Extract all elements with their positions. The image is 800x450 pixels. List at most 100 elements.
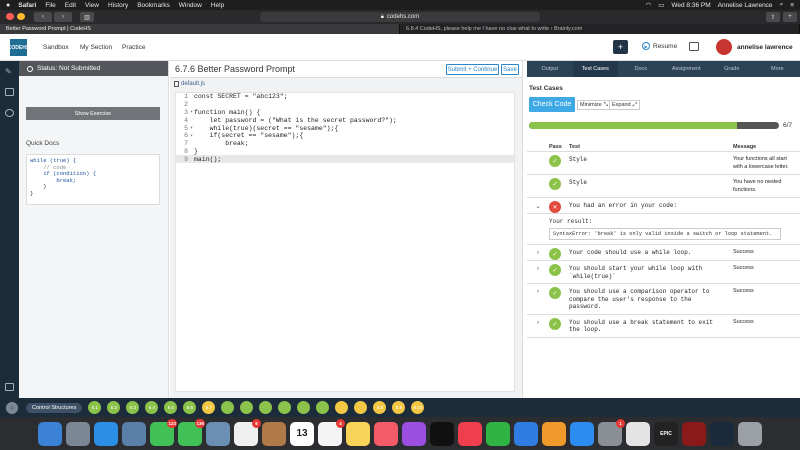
numbers-icon[interactable] xyxy=(486,421,510,446)
address-bar[interactable]: 🔒︎ codehs.com xyxy=(260,12,540,22)
tab-test-cases[interactable]: Test Cases xyxy=(572,61,618,77)
share-icon[interactable]: ⇧ xyxy=(766,12,780,22)
menu-help[interactable]: Help xyxy=(211,2,224,9)
clock[interactable]: Wed 8:36 PM xyxy=(671,2,710,9)
code-line[interactable]: 3 ▾ function main() { xyxy=(176,109,514,117)
resume-button[interactable]: ▶ Resume xyxy=(642,42,677,50)
podcasts-icon[interactable] xyxy=(402,421,426,446)
save-button[interactable]: Save xyxy=(501,64,519,75)
check-code-button[interactable]: Check Code xyxy=(529,97,575,112)
lesson-bubble[interactable]: 6.4 xyxy=(145,401,159,414)
file-tab[interactable]: default.js xyxy=(174,81,205,87)
new-tab-icon[interactable]: + xyxy=(783,12,797,22)
search-icon[interactable]: ⌕ xyxy=(780,1,784,9)
username-menu[interactable]: annelise lawrence xyxy=(737,44,793,51)
create-plus-button[interactable]: + xyxy=(613,40,628,54)
lesson-bubble[interactable]: 6.1 xyxy=(88,401,102,414)
flash-icon[interactable] xyxy=(682,421,706,446)
avatar[interactable] xyxy=(716,39,732,55)
photo-app-icon[interactable] xyxy=(122,421,146,446)
roblox-icon[interactable] xyxy=(626,421,650,446)
lesson-bubble[interactable] xyxy=(221,401,235,414)
tab-assignment[interactable]: Assignment xyxy=(664,61,710,77)
lesson-bubble[interactable] xyxy=(335,401,349,414)
tab-grade[interactable]: Grade xyxy=(709,61,755,77)
code-line[interactable]: 8} xyxy=(176,148,514,156)
lesson-bubble[interactable]: 6.10 xyxy=(411,401,425,414)
browser-tab-codehs[interactable]: Better Password Prompt | CodeHS xyxy=(0,24,400,34)
code-line[interactable]: 1 const SECRET = "abc123"; xyxy=(176,93,514,101)
nav-practice[interactable]: Practice xyxy=(122,44,145,51)
menu-history[interactable]: History xyxy=(108,2,128,9)
grid-icon[interactable] xyxy=(5,383,14,391)
back-button[interactable]: ‹ xyxy=(34,12,52,22)
test-case-row[interactable]: › ✓ You should use a comparison operator t… xyxy=(527,284,800,315)
control-center-icon[interactable]: ≡ xyxy=(790,2,794,9)
folder-icon[interactable] xyxy=(5,88,14,96)
news-icon[interactable] xyxy=(458,421,482,446)
contacts-icon[interactable] xyxy=(262,421,286,446)
expand-chevron-icon[interactable]: ⌄ xyxy=(527,198,549,210)
code-line[interactable]: 7 break; xyxy=(176,140,514,148)
code-line[interactable]: 9 main(); xyxy=(176,155,514,164)
expand-button[interactable]: Expand ⤢ xyxy=(609,100,641,110)
nav-my-section[interactable]: My Section xyxy=(80,44,112,51)
menu-safari[interactable]: Safari xyxy=(18,2,36,9)
trash-icon[interactable] xyxy=(738,421,762,446)
submit-continue-button[interactable]: Submit + Continue xyxy=(446,64,499,75)
calendar-icon[interactable] xyxy=(689,42,699,51)
pages-icon[interactable] xyxy=(542,421,566,446)
home-icon[interactable]: ⌂ xyxy=(6,401,18,414)
wifi-icon[interactable]: ◠ xyxy=(646,1,652,9)
expand-chevron-icon[interactable] xyxy=(527,152,549,157)
test-case-row[interactable]: › ✓ You should start your while loop with … xyxy=(527,261,800,284)
tab-docs[interactable]: Docs xyxy=(618,61,664,77)
code-line[interactable]: 5 ▾ while(true)(secret == "sesame");{ xyxy=(176,124,514,132)
close-window-button[interactable] xyxy=(6,13,14,20)
expand-chevron-icon[interactable] xyxy=(527,175,549,180)
lesson-bubble[interactable]: 6.3 xyxy=(126,401,140,414)
browser-tab-brainly[interactable]: 6.8.4 CodeHS, please help me I have no c… xyxy=(400,24,800,34)
lesson-bubble[interactable] xyxy=(259,401,273,414)
unit-title[interactable]: Control Structures xyxy=(26,402,83,413)
lesson-bubble[interactable]: 6.2 xyxy=(107,401,121,414)
messages-icon[interactable]: 123 xyxy=(150,418,177,446)
reminders-icon[interactable]: 4 xyxy=(318,418,345,446)
battery-icon[interactable]: ▭ xyxy=(658,1,664,9)
test-case-row[interactable]: ⌄ ✕ You had an error in your code: xyxy=(527,198,800,214)
lesson-bubble[interactable] xyxy=(240,401,254,414)
calendar-icon[interactable]: 13 xyxy=(290,421,314,446)
expand-chevron-icon[interactable]: › xyxy=(527,245,549,256)
menu-window[interactable]: Window xyxy=(179,2,202,9)
settings-gear-icon[interactable] xyxy=(5,109,14,117)
menu-file[interactable]: File xyxy=(45,2,55,9)
launchpad-icon[interactable] xyxy=(66,421,90,446)
system-preferences-icon[interactable]: 1 xyxy=(598,418,625,446)
nav-sandbox[interactable]: Sandbox xyxy=(43,44,69,51)
code-line[interactable]: 6 ▾ if(secret == "sesame");{ xyxy=(176,132,514,140)
code-line[interactable]: 2 xyxy=(176,101,514,109)
lesson-bubble[interactable] xyxy=(278,401,292,414)
epic-games-icon[interactable]: EPIC xyxy=(654,421,678,446)
keynote-icon[interactable] xyxy=(514,421,538,446)
lesson-bubble[interactable]: 6.5 xyxy=(164,401,178,414)
safari-icon[interactable] xyxy=(94,421,118,446)
lesson-bubble[interactable]: 6.9 xyxy=(392,401,406,414)
code-area[interactable]: 1 const SECRET = "abc123"; 2 3 ▾ function mai… xyxy=(175,92,515,392)
music-icon[interactable] xyxy=(374,421,398,446)
sidebar-toggle-icon[interactable]: ▥ xyxy=(80,12,94,22)
expand-chevron-icon[interactable]: › xyxy=(527,261,549,272)
forward-button[interactable]: › xyxy=(54,12,72,22)
tab-more[interactable]: More xyxy=(755,61,800,77)
notes-icon[interactable] xyxy=(346,421,370,446)
menu-bookmarks[interactable]: Bookmarks xyxy=(137,2,170,9)
minimize-window-button[interactable] xyxy=(17,13,25,20)
expand-chevron-icon[interactable]: › xyxy=(527,284,549,295)
lesson-bubble[interactable] xyxy=(354,401,368,414)
apple-menu-icon[interactable]: ● xyxy=(6,2,10,9)
show-exercise-button[interactable]: Show Exercise xyxy=(26,107,160,120)
lesson-bubble[interactable]: 6.8 xyxy=(373,401,387,414)
lesson-bubble[interactable] xyxy=(316,401,330,414)
tab-output[interactable]: Output xyxy=(527,61,573,77)
edit-icon[interactable]: ✎ xyxy=(5,67,14,76)
